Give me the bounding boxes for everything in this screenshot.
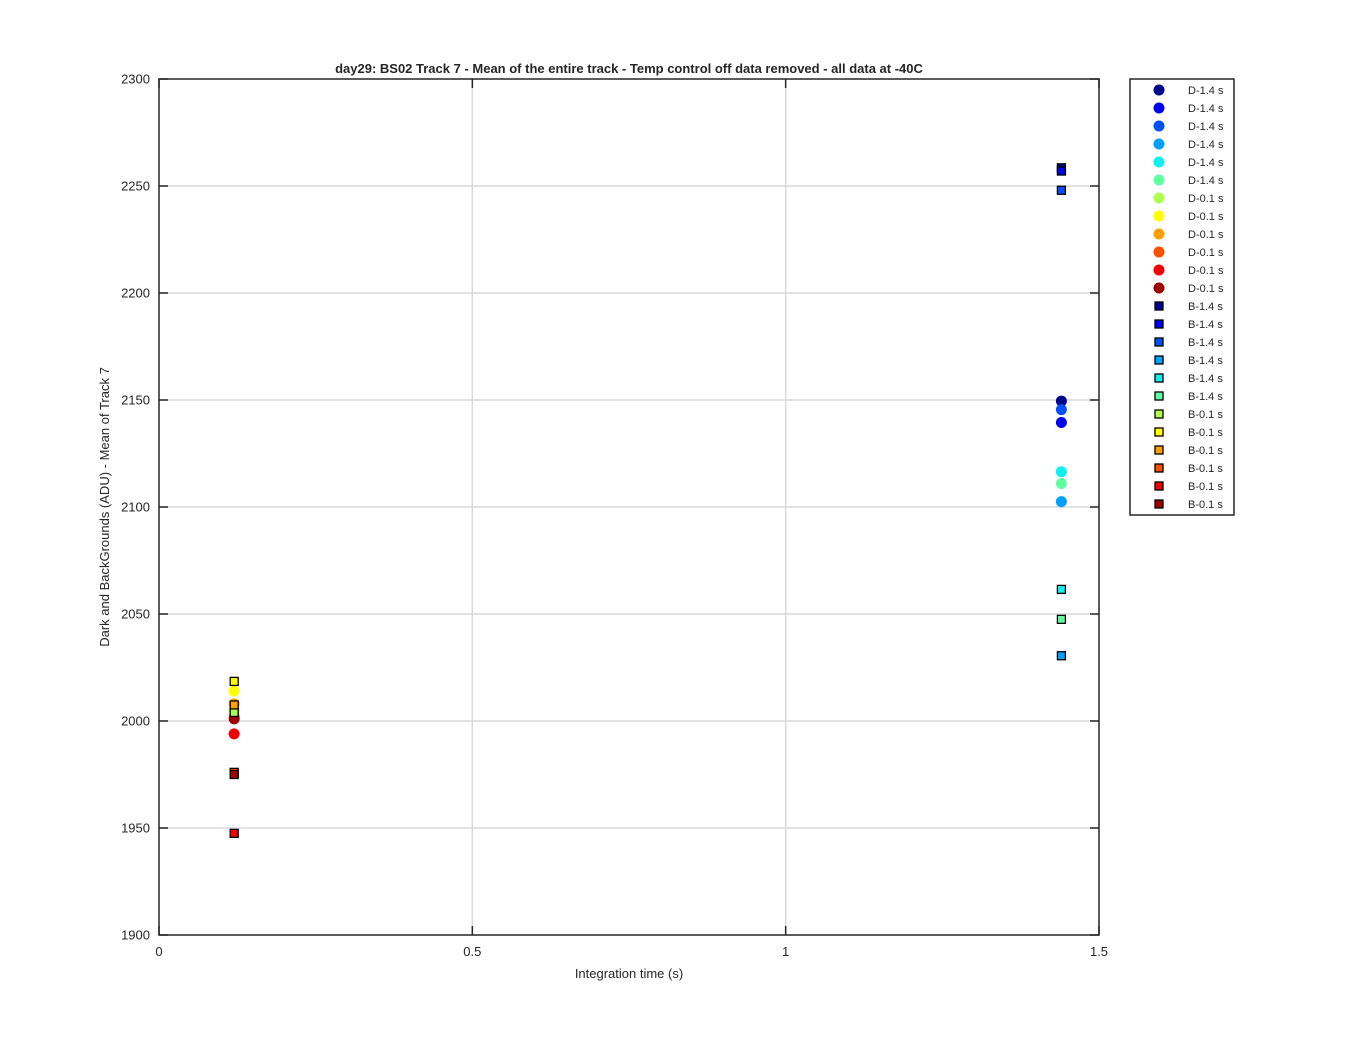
- legend-marker-circle: [1153, 84, 1165, 96]
- legend-label: B-1.4 s: [1188, 337, 1223, 349]
- legend-label: D-1.4 s: [1188, 139, 1224, 151]
- legend-label: D-1.4 s: [1188, 103, 1224, 115]
- legend-label: D-1.4 s: [1188, 121, 1224, 133]
- legend-marker-square: [1154, 373, 1164, 383]
- y-tick-label: 2300: [121, 72, 150, 87]
- legend-label: B-0.1 s: [1188, 481, 1223, 493]
- legend-label: B-0.1 s: [1188, 445, 1223, 457]
- legend-label: B-1.4 s: [1188, 355, 1223, 367]
- y-tick-label: 2000: [121, 714, 150, 729]
- y-tick-label: 2150: [121, 393, 150, 408]
- legend-marker-circle: [1153, 228, 1165, 240]
- legend-label: D-0.1 s: [1188, 265, 1224, 277]
- legend-label: D-0.1 s: [1188, 211, 1224, 223]
- legend-marker-square: [1154, 337, 1164, 347]
- legend-label: B-0.1 s: [1188, 463, 1223, 475]
- legend-label: D-0.1 s: [1188, 193, 1224, 205]
- legend-label: B-0.1 s: [1188, 409, 1223, 421]
- data-point-circle: [1055, 477, 1067, 489]
- legend-marker-circle: [1153, 120, 1165, 132]
- data-point-square: [229, 769, 239, 780]
- data-point-square: [1056, 651, 1067, 661]
- data-point-square: [1056, 614, 1067, 624]
- legend-label: B-0.1 s: [1188, 499, 1223, 511]
- x-axis-label: Integration time (s): [575, 966, 683, 981]
- legend-marker-circle: [1153, 174, 1165, 186]
- data-point-square: [229, 828, 239, 838]
- y-tick-label: 2100: [121, 500, 150, 515]
- legend-label: D-1.4 s: [1188, 85, 1224, 97]
- data-point-square: [1056, 185, 1067, 195]
- legend-label: D-1.4 s: [1188, 157, 1224, 169]
- chart-title: day29: BS02 Track 7 - Mean of the entire…: [335, 61, 923, 76]
- y-tick-label: 2200: [121, 286, 150, 301]
- legend-label: B-1.4 s: [1188, 319, 1223, 331]
- legend-marker-square: [1154, 319, 1164, 329]
- legend-label: B-1.4 s: [1188, 391, 1223, 403]
- data-point-circle: [1055, 416, 1067, 428]
- legend: D-1.4 s D-1.4 s D-1.4 s D-1.4 s D-1.4 s D-1.4…: [1129, 78, 1235, 516]
- legend-label: D-0.1 s: [1188, 247, 1224, 259]
- legend-marker-square: [1154, 445, 1164, 455]
- legend-label: D-1.4 s: [1188, 175, 1224, 187]
- data-point-circle: [228, 728, 240, 740]
- x-tick-label: 1: [782, 944, 789, 959]
- legend-marker-square: [1154, 409, 1164, 419]
- x-tick-label: 0.5: [463, 944, 481, 959]
- x-tick-label: 0: [155, 944, 162, 959]
- y-tick-label: 2050: [121, 607, 150, 622]
- legend-marker-square: [1154, 301, 1164, 311]
- data-point-square: [1056, 166, 1067, 176]
- legend-marker-circle: [1153, 246, 1165, 258]
- y-tick-label: 2250: [121, 179, 150, 194]
- legend-marker-circle: [1153, 138, 1165, 150]
- legend-label: D-0.1 s: [1188, 283, 1224, 295]
- legend-marker-circle: [1153, 282, 1165, 294]
- y-tick-label: 1900: [121, 928, 150, 943]
- data-point-circle: [228, 685, 240, 697]
- data-point-square: [229, 700, 239, 710]
- y-tick-label: 1950: [121, 821, 150, 836]
- data-point-square: [1056, 584, 1067, 595]
- data-point-circle: [1055, 404, 1067, 416]
- data-point-circle: [1055, 466, 1067, 478]
- legend-marker-square: [1154, 463, 1164, 473]
- chart-figure: 1900 1950 2000 2050 2100 2150 2200 2250 2300 0 0.5…: [0, 0, 1350, 1050]
- legend-label: B-0.1 s: [1188, 427, 1223, 439]
- legend-label: D-0.1 s: [1188, 229, 1224, 241]
- y-axis-label: Dark and BackGrounds (ADU) - Mean of Tra…: [97, 367, 112, 647]
- legend-marker-square: [1154, 481, 1164, 491]
- data-point-square: [229, 676, 239, 687]
- x-tick-label: 1.5: [1090, 944, 1108, 959]
- legend-label: B-1.4 s: [1188, 301, 1223, 313]
- legend-marker-square: [1154, 427, 1164, 437]
- legend-label: B-1.4 s: [1188, 373, 1223, 385]
- legend-marker-circle: [1153, 264, 1165, 276]
- legend-marker-circle: [1153, 156, 1165, 168]
- legend-marker-circle: [1153, 210, 1165, 222]
- legend-marker-square: [1154, 499, 1164, 509]
- legend-marker-square: [1154, 355, 1164, 365]
- legend-marker-circle: [1153, 102, 1165, 114]
- legend-marker-circle: [1153, 192, 1165, 204]
- data-point-square: [229, 707, 239, 718]
- legend-marker-square: [1154, 391, 1164, 401]
- data-point-circle: [1055, 496, 1067, 508]
